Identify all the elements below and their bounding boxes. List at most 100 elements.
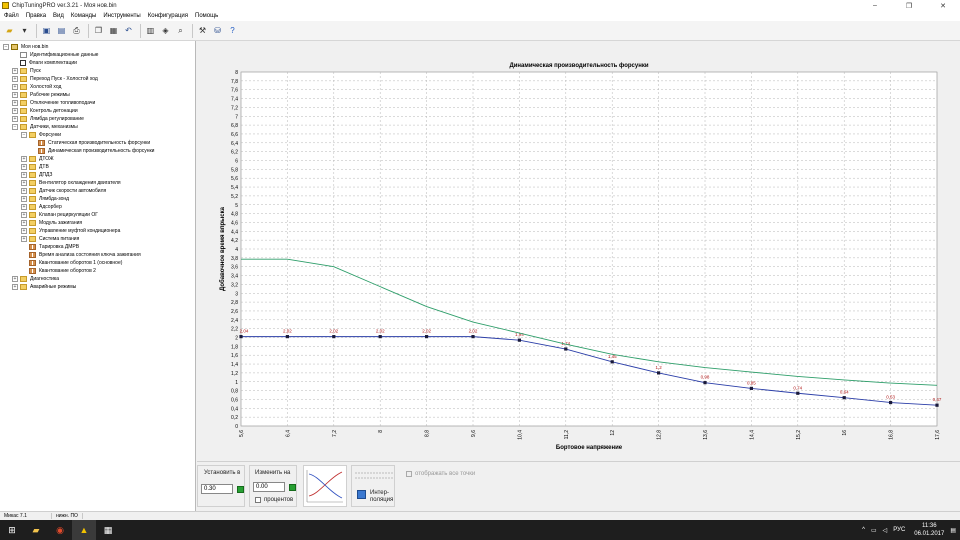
expand-icon[interactable]: + <box>12 116 18 122</box>
expand-icon[interactable]: + <box>21 172 27 178</box>
collapse-icon[interactable]: − <box>12 124 18 130</box>
expand-icon[interactable]: + <box>21 212 27 218</box>
collapse-icon[interactable]: − <box>3 44 9 50</box>
tree-item[interactable]: + ДТВ <box>21 163 49 171</box>
help-icon[interactable]: ? <box>226 24 239 37</box>
tree-item[interactable]: + Управление муфтой кондиционера <box>21 227 120 235</box>
tree-item[interactable]: + Холостой ход <box>12 83 61 91</box>
search-icon[interactable]: ⌕ <box>174 24 187 37</box>
save-icon[interactable]: ▣ <box>40 24 53 37</box>
data-point[interactable] <box>517 338 521 342</box>
data-point[interactable] <box>889 400 893 405</box>
expand-icon[interactable]: + <box>12 92 18 98</box>
tools-icon[interactable]: ⚒ <box>196 24 209 37</box>
menu-help[interactable]: Помощь <box>195 13 218 19</box>
chiptuning-icon[interactable]: ▲ <box>72 520 96 540</box>
dropdown-icon[interactable]: ▾ <box>18 24 31 37</box>
keyboard-language[interactable]: РУС <box>893 527 905 533</box>
tree-item[interactable]: + Пуск <box>12 67 41 75</box>
data-point[interactable] <box>471 335 475 339</box>
copy-icon[interactable]: ❐ <box>92 24 105 37</box>
tree-item[interactable]: Динамическая производительность форсунки <box>30 147 154 155</box>
chart[interactable]: 00,20,40,60,811,21,41,61,822,22,42,62,83… <box>197 41 960 461</box>
notifications-icon[interactable]: ▤ <box>950 527 956 534</box>
data-point[interactable] <box>796 391 800 395</box>
paste-icon[interactable]: ▦ <box>107 24 120 37</box>
expand-icon[interactable]: + <box>12 108 18 114</box>
data-point[interactable] <box>703 381 707 385</box>
tree-item[interactable]: Флаги комплектации <box>12 59 77 67</box>
tree-item[interactable]: − Форсунки <box>21 131 61 139</box>
data-point[interactable] <box>239 335 243 339</box>
compare-icon[interactable]: ▥ <box>144 24 157 37</box>
tree-root[interactable]: − Моя нов.bin <box>3 43 48 51</box>
tree-item[interactable]: + Клапан рециркуляции ОГ <box>21 211 98 219</box>
tree-item[interactable]: + Диагностика <box>12 275 59 283</box>
expand-icon[interactable]: + <box>21 188 27 194</box>
apply-set-icon[interactable] <box>237 486 244 493</box>
expand-icon[interactable]: + <box>21 220 27 226</box>
expand-icon[interactable]: + <box>12 76 18 82</box>
change-value-input[interactable]: 0.00 <box>253 482 285 492</box>
menu-tools[interactable]: Инструменты <box>103 13 140 19</box>
tree-item[interactable]: Статическая производительность форсунки <box>30 139 150 147</box>
expand-icon[interactable]: + <box>12 284 18 290</box>
open-icon[interactable]: ▰ <box>3 24 16 37</box>
tree-item[interactable]: + Система питания <box>21 235 79 243</box>
expand-icon[interactable]: + <box>12 100 18 106</box>
tree-item[interactable]: − Датчики, механизмы <box>12 123 78 131</box>
data-point[interactable] <box>378 335 382 339</box>
tree-item[interactable]: Время анализа состояния ключа зажигания <box>21 251 141 259</box>
expand-icon[interactable]: + <box>21 228 27 234</box>
tree-item[interactable]: + Отключение топливоподачи <box>12 99 95 107</box>
tree-item[interactable]: + ДТОЖ <box>21 155 54 163</box>
windows-start-icon[interactable]: ⊞ <box>0 520 24 540</box>
explorer-icon[interactable]: ▰ <box>24 520 48 540</box>
connect-icon[interactable]: ⛁ <box>211 24 224 37</box>
menu-configuration[interactable]: Конфигурация <box>148 13 188 19</box>
clock[interactable]: 11:36 06.01.2017 <box>914 522 944 538</box>
checksum-icon[interactable]: ◈ <box>159 24 172 37</box>
data-point[interactable] <box>564 347 568 351</box>
tree-item[interactable]: + Лямбда-зонд <box>21 195 69 203</box>
minimize-button[interactable]: – <box>858 0 892 11</box>
tree-item[interactable]: Тарировка ДМРВ <box>21 243 79 251</box>
interpolation-label[interactable]: Интер- поляция <box>370 490 393 504</box>
menu-commands[interactable]: Команды <box>71 13 96 19</box>
volume-icon[interactable]: ◁ <box>883 527 888 534</box>
menu-view[interactable]: Вид <box>53 13 64 19</box>
tree-item[interactable]: + Аварийные режимы <box>12 283 76 291</box>
expand-icon[interactable]: + <box>12 84 18 90</box>
tray-arrow-icon[interactable]: ^ <box>862 527 865 533</box>
tree-item[interactable]: + ДПДЗ <box>21 171 52 179</box>
tree-item[interactable]: + Контроль детонации <box>12 107 78 115</box>
close-button[interactable]: ✕ <box>926 0 960 11</box>
expand-icon[interactable]: + <box>21 180 27 186</box>
interpolation-icon[interactable] <box>357 490 366 499</box>
menu-file[interactable]: Файл <box>4 13 19 19</box>
set-value-input[interactable]: 0.30 <box>201 484 233 494</box>
print-icon[interactable]: ⎙ <box>70 24 83 37</box>
tree-item[interactable]: Квантование оборотов 1 (основное) <box>21 259 122 267</box>
apply-change-icon[interactable] <box>289 484 296 491</box>
expand-icon[interactable]: + <box>21 156 27 162</box>
expand-icon[interactable]: + <box>12 68 18 74</box>
show-points-checkbox[interactable] <box>406 471 412 477</box>
tree-item[interactable]: Квантование оборотов 2 <box>21 267 96 275</box>
data-point[interactable] <box>332 335 336 339</box>
expand-icon[interactable]: + <box>21 204 27 210</box>
tree-item[interactable]: + Лямбда регулирование <box>12 115 84 123</box>
percent-checkbox[interactable] <box>255 497 261 503</box>
maximize-button[interactable]: ❐ <box>892 0 926 11</box>
expand-icon[interactable]: + <box>21 196 27 202</box>
data-point[interactable] <box>749 386 753 390</box>
menu-edit[interactable]: Правка <box>26 13 46 19</box>
expand-icon[interactable]: + <box>21 164 27 170</box>
tree-item[interactable]: + Модуль зажигания <box>21 219 82 227</box>
data-point[interactable] <box>842 396 846 400</box>
expand-icon[interactable]: + <box>12 276 18 282</box>
data-point[interactable] <box>935 403 939 407</box>
expand-icon[interactable]: + <box>21 236 27 242</box>
tree-item[interactable]: + Адсорбер <box>21 203 62 211</box>
data-point[interactable] <box>425 335 429 339</box>
